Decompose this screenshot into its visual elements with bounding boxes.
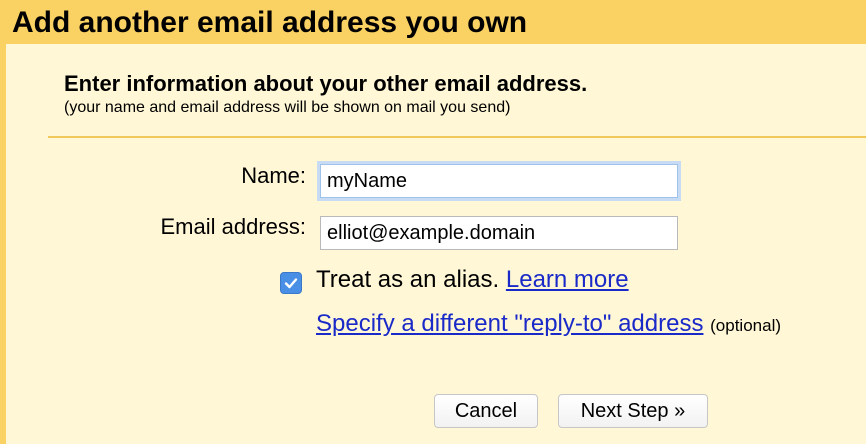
alias-row: Treat as an alias. Learn more	[316, 266, 629, 294]
name-input[interactable]	[320, 164, 678, 198]
dialog-title: Add another email address you own	[12, 6, 528, 39]
email-label: Email address:	[160, 214, 306, 239]
email-input[interactable]	[320, 216, 678, 250]
next-step-button[interactable]: Next Step »	[558, 394, 708, 428]
divider	[48, 136, 866, 138]
checkmark-icon	[284, 278, 298, 289]
title-bar: Add another email address you own	[0, 0, 866, 44]
dialog-panel: Enter information about your other email…	[6, 44, 866, 444]
alias-label: Treat as an alias.	[316, 266, 500, 293]
add-email-dialog: Add another email address you own Enter …	[0, 0, 866, 444]
name-label: Name:	[241, 163, 306, 188]
optional-label: (optional)	[710, 316, 782, 335]
reply-to-link[interactable]: Specify a different "reply-to" address	[316, 310, 703, 337]
section-subheading: (your name and email address will be sho…	[64, 99, 511, 116]
cancel-button[interactable]: Cancel	[434, 394, 538, 428]
learn-more-link[interactable]: Learn more	[506, 266, 629, 293]
reply-to-row: Specify a different "reply-to" address (…	[316, 310, 781, 338]
section-heading: Enter information about your other email…	[64, 71, 588, 96]
alias-checkbox[interactable]	[280, 272, 302, 294]
